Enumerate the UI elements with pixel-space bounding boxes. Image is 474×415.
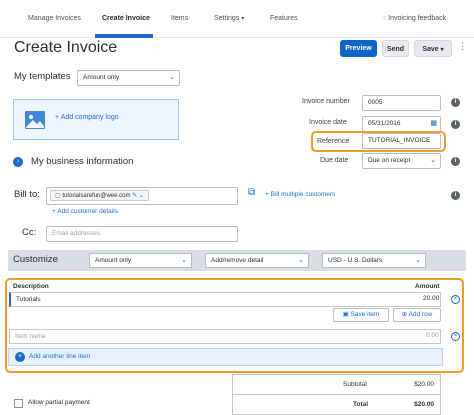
subtotal-row: Subtotal $20.00: [233, 375, 440, 395]
email-icon: ▢: [55, 193, 61, 199]
detail-select[interactable]: Add/remove detail ⌄: [205, 253, 309, 268]
item-amount-value[interactable]: 20.00: [423, 295, 439, 302]
bill-to-label: Bill to:: [14, 189, 40, 200]
chevron-right-icon[interactable]: ›: [13, 157, 23, 167]
item-name-input[interactable]: Item name: [9, 329, 441, 344]
templates-select[interactable]: Amount only ⌄: [77, 70, 180, 86]
chat-icon: ◌: [382, 15, 387, 22]
add-row-label: Add row: [408, 311, 433, 318]
customers-icon: ⧉: [248, 187, 256, 198]
invoice-number-input[interactable]: 0005: [362, 95, 441, 111]
amount-type-value: Amount only: [95, 257, 132, 264]
subtotal-value: $20.00: [414, 381, 434, 388]
item-description-input[interactable]: Tutorials: [9, 292, 441, 307]
detail-value: Add/remove detail: [211, 257, 264, 264]
reference-label: Reference: [317, 138, 350, 145]
save-label: Save: [422, 46, 439, 53]
amount-type-select[interactable]: Amount only ⌄: [89, 253, 192, 268]
subtotal-label: Subtotal: [343, 381, 367, 388]
amount-header: Amount: [415, 283, 440, 290]
cc-input[interactable]: Email addresses: [46, 226, 238, 242]
customer-chip[interactable]: ▢ tutorialsarefun@wee.com ✎ ⌄: [50, 190, 149, 201]
tab-items[interactable]: Items: [171, 15, 188, 22]
more-options-icon[interactable]: ⋮: [458, 41, 467, 52]
tab-features[interactable]: Features: [270, 15, 298, 22]
preview-button[interactable]: Preview: [340, 40, 377, 57]
page-title: Create Invoice: [14, 39, 118, 56]
add-row-button[interactable]: ⊕ Add row: [393, 308, 441, 322]
tab-manage-invoices[interactable]: Manage Invoices: [28, 15, 81, 22]
info-icon[interactable]: i: [451, 157, 460, 166]
due-date-value: Due on receipt: [368, 157, 411, 164]
item-amount-placeholder[interactable]: 0.00: [426, 332, 439, 339]
customize-label: Customize: [13, 254, 58, 265]
bill-to-field[interactable]: ▢ tutorialsarefun@wee.com ✎ ⌄: [46, 187, 238, 205]
add-logo-box[interactable]: + Add company logo: [13, 99, 179, 140]
send-button[interactable]: Send: [382, 40, 409, 57]
total-label: Total: [353, 401, 369, 408]
tab-create-invoice[interactable]: Create Invoice: [102, 15, 150, 22]
chevron-down-icon: ⌄: [169, 74, 175, 81]
calendar-icon[interactable]: ▦: [430, 117, 437, 131]
reference-input[interactable]: TUTORIAL_INVOICE: [362, 133, 441, 149]
total-row: Total $20.00: [233, 395, 440, 415]
info-icon[interactable]: i: [451, 120, 460, 129]
close-icon[interactable]: ×: [451, 332, 460, 341]
currency-value: USD - U.S. Dollars: [328, 257, 383, 264]
chevron-down-icon: ▾: [440, 47, 444, 53]
feedback-link[interactable]: ◌ Invoicing feedback: [382, 15, 446, 22]
tab-settings-label: Settings: [214, 15, 240, 22]
feedback-label: Invoicing feedback: [388, 15, 447, 22]
add-logo-label: + Add company logo: [55, 114, 119, 121]
chevron-down-icon: ⌄: [181, 257, 187, 264]
save-button[interactable]: Save ▾: [414, 40, 452, 57]
chevron-down-icon: ▾: [241, 16, 245, 22]
description-header: Description: [13, 283, 49, 290]
currency-select[interactable]: USD - U.S. Dollars ⌄: [322, 253, 426, 268]
partial-payment-checkbox[interactable]: [14, 399, 23, 408]
totals-box: Subtotal $20.00 Total $20.00: [232, 374, 441, 415]
bill-multiple-link[interactable]: + Bill multiple customers: [265, 191, 335, 198]
plus-icon: +: [15, 352, 25, 362]
info-icon[interactable]: i: [451, 191, 460, 200]
customize-bar: Customize Amount only ⌄ Add/remove detai…: [8, 250, 466, 271]
chevron-down-icon: ⌄: [430, 157, 436, 164]
edit-icon[interactable]: ✎: [132, 193, 137, 199]
invoice-number-label: Invoice number: [302, 98, 350, 105]
save-icon: ▣: [342, 311, 349, 318]
tab-settings[interactable]: Settings ▾: [214, 15, 244, 22]
active-tab-indicator: [95, 34, 153, 38]
info-icon[interactable]: i: [451, 98, 460, 107]
partial-payment-label: Allow partial payment: [28, 399, 90, 406]
templates-label: My templates: [14, 71, 71, 82]
top-nav: Manage Invoices Create Invoice Items Set…: [0, 0, 474, 38]
invoice-date-value: 05/31/2016: [368, 120, 401, 127]
close-icon[interactable]: ×: [451, 295, 460, 304]
invoice-date-input[interactable]: 05/31/2016 ▦: [362, 116, 441, 132]
due-date-select[interactable]: Due on receipt ⌄: [362, 153, 441, 169]
chevron-down-icon: ⌄: [415, 257, 421, 264]
chevron-down-icon: ⌄: [298, 257, 304, 264]
add-line-item-label: Add another line item: [29, 353, 91, 360]
image-icon: [25, 111, 45, 129]
cc-label: Cc:: [22, 227, 37, 238]
save-item-label: Save item: [350, 311, 380, 318]
save-item-button[interactable]: ▣ Save item: [333, 308, 389, 322]
customer-chip-email: tutorialsarefun@wee.com: [62, 193, 131, 199]
due-date-label: Due date: [320, 157, 349, 164]
add-customer-link[interactable]: + Add customer details: [52, 208, 118, 215]
chevron-down-icon[interactable]: ⌄: [139, 193, 144, 199]
add-icon: ⊕: [401, 311, 408, 318]
add-line-item-button[interactable]: + Add another line item: [8, 348, 443, 366]
total-value: $20.00: [414, 401, 434, 408]
templates-selected: Amount only: [83, 74, 120, 81]
invoice-date-label: Invoice date: [309, 119, 347, 126]
business-info-label[interactable]: My business information: [31, 156, 133, 167]
